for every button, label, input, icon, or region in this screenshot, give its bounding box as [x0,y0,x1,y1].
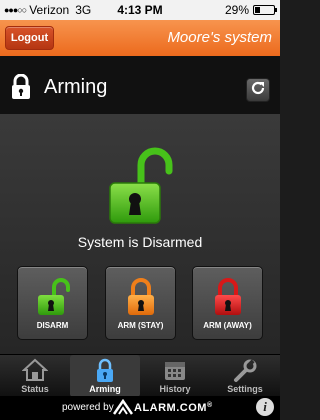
tab-settings-label: Settings [227,384,263,394]
locked-icon [124,277,158,322]
unlocked-icon [107,147,173,232]
tab-bar: Status Arming History Settings [0,354,280,397]
alarm-com-logo-icon [112,398,134,420]
arm-away-button[interactable]: ARM (AWAY) [192,266,263,340]
brand-name: ALARM.COM® [134,402,213,414]
footer: powered by ALARM.COM® i [0,396,280,420]
disarm-button[interactable]: DISARM [17,266,88,340]
tab-arming-label: Arming [89,384,121,394]
brand-text: ALARM.COM [134,402,207,414]
locked-icon [211,277,245,322]
tab-settings[interactable]: Settings [210,355,280,397]
arming-panel: System is Disarmed DISARM ARM (STAY) ARM… [0,114,280,354]
arming-status-text: System is Disarmed [77,234,203,250]
battery-icon [253,5,277,15]
tab-status[interactable]: Status [0,355,70,397]
status-bar: ●●●○○ Verizon 3G 4:13 PM 29% [0,0,280,20]
powered-by-text: powered by [62,402,114,413]
disarm-button-label: DISARM [36,321,69,330]
info-icon: i [263,399,267,414]
refresh-button[interactable] [246,78,270,102]
arm-button-group: DISARM ARM (STAY) ARM (AWAY) [17,266,263,340]
battery-info: 29% [224,3,277,17]
refresh-icon [250,80,266,101]
info-button[interactable]: i [256,398,274,416]
arm-away-button-label: ARM (AWAY) [203,321,252,330]
lock-icon [10,73,32,105]
logout-button[interactable]: Logout [5,26,54,50]
arm-stay-button-label: ARM (STAY) [117,321,164,330]
calendar-icon [163,358,187,387]
arm-stay-button[interactable]: ARM (STAY) [105,266,176,340]
battery-percent: 29% [224,3,249,17]
page-title: Arming [44,76,108,98]
app-header: Logout Moore's system [0,20,280,56]
tab-history[interactable]: History [140,355,210,397]
tab-history-label: History [159,384,191,394]
tab-arming[interactable]: Arming [70,355,140,397]
system-name: Moore's system [167,29,272,46]
brand-registered-mark: ® [206,402,213,409]
tab-status-label: Status [21,384,49,394]
home-icon [21,358,49,387]
page-title-bar: Arming [0,56,280,114]
unlocked-icon [36,277,70,322]
